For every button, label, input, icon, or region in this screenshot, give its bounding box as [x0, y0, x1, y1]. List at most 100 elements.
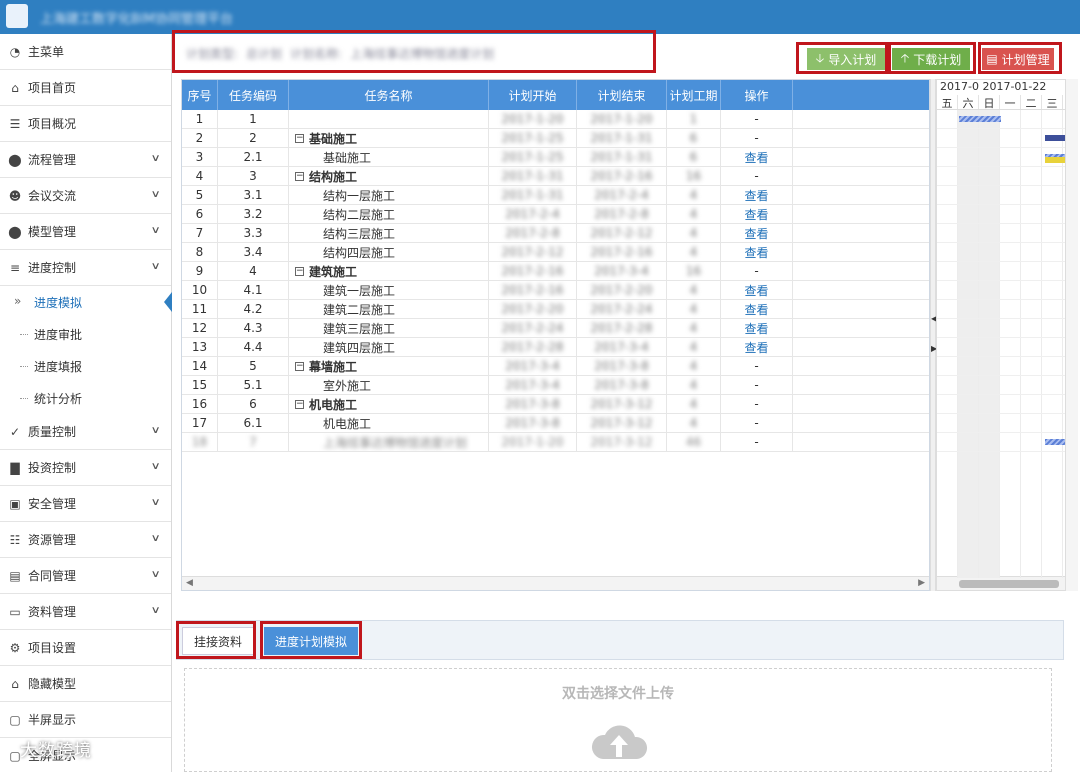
table-row[interactable]: 12 4.3 建筑三层施工 2017-2-24 2017-2-28 4 查看 [182, 319, 929, 338]
gantt-scroll-thumb[interactable] [959, 580, 1059, 588]
cell-operation[interactable]: 查看 [721, 243, 793, 261]
cell-operation[interactable]: 查看 [721, 224, 793, 242]
col-header-code[interactable]: 任务编码 [218, 80, 289, 110]
sidebar-item[interactable]: ☰ 项目概况 [0, 106, 171, 142]
sidebar-subitem[interactable]: 进度模拟 [0, 286, 172, 318]
table-row[interactable]: 10 4.1 建筑一层施工 2017-2-16 2017-2-20 4 查看 [182, 281, 929, 300]
gantt-row [937, 300, 1065, 319]
cell-operation[interactable]: 查看 [721, 319, 793, 337]
cell-operation[interactable]: 查看 [721, 148, 793, 166]
table-row[interactable]: 2 2 − 基础施工 2017-1-25 2017-1-31 6 - [182, 129, 929, 148]
gantt-bar-foundation-progress[interactable] [1045, 157, 1065, 163]
collapse-toggle-icon[interactable]: − [295, 171, 304, 181]
chevron-down-icon[interactable]: ∨ [150, 497, 160, 508]
sidebar-item[interactable]: ⬤ 流程管理 ∨ [0, 142, 171, 178]
gantt-horizontal-scrollbar[interactable] [937, 576, 1065, 590]
cell-operation[interactable]: 查看 [721, 205, 793, 223]
table-row[interactable]: 15 5.1 室外施工 2017-3-4 2017-3-8 4 - [182, 376, 929, 395]
cell-operation[interactable]: 查看 [721, 281, 793, 299]
sidebar-item[interactable]: ▤ 合同管理 ∨ [0, 558, 171, 594]
collapse-toggle-icon[interactable]: − [295, 133, 304, 143]
cell-duration: 6 [667, 148, 721, 166]
gantt-bar-task-1[interactable] [959, 116, 1001, 122]
sidebar-subitem[interactable]: 进度审批 [0, 318, 171, 350]
cell-operation[interactable]: 查看 [721, 186, 793, 204]
sidebar-item[interactable]: ✓ 质量控制 ∨ [0, 414, 171, 450]
cell-operation[interactable]: 查看 [721, 300, 793, 318]
sidebar-item[interactable]: ☻ 会议交流 ∨ [0, 178, 171, 214]
sidebar-item-label: 投资控制 [28, 461, 77, 475]
sidebar-item[interactable]: ⬤ 模型管理 ∨ [0, 214, 171, 250]
cell-operation: - [721, 376, 793, 394]
chevron-down-icon[interactable]: ∨ [150, 605, 160, 616]
sidebar-item[interactable]: ▇ 投资控制 ∨ [0, 450, 171, 486]
table-row[interactable]: 4 3 − 结构施工 2017-1-31 2017-2-16 16 - [182, 167, 929, 186]
cell-code: 4 [218, 262, 289, 280]
cell-start-text: 2017-1-31 [501, 169, 564, 183]
cell-operation-text: 查看 [744, 283, 769, 298]
chevron-down-icon[interactable]: ∨ [150, 261, 160, 272]
chevron-down-icon[interactable]: ∨ [150, 153, 160, 164]
cell-end: 2017-3-12 [577, 395, 667, 413]
sidebar-subitem[interactable]: 统计分析 [0, 382, 171, 414]
cell-end-text: 2017-2-28 [590, 321, 653, 335]
chevron-down-icon[interactable]: ∨ [150, 189, 160, 200]
col-header-name[interactable]: 任务名称 [289, 80, 489, 110]
sidebar-item[interactable]: ⚙ 项目设置 [0, 630, 171, 666]
chevron-down-icon[interactable]: ∨ [150, 533, 160, 544]
table-row[interactable]: 17 6.1 机电施工 2017-3-8 2017-3-12 4 - [182, 414, 929, 433]
cell-code: 7 [218, 433, 289, 451]
chevron-down-icon[interactable]: ∨ [150, 461, 160, 472]
sidebar-item[interactable]: ▭ 资料管理 ∨ [0, 594, 171, 630]
collapse-toggle-icon[interactable]: − [295, 361, 304, 371]
sidebar-item[interactable]: ◔ 主菜单 [0, 34, 171, 70]
gantt-bar-total-plan[interactable] [1045, 439, 1065, 445]
table-row[interactable]: 3 2.1 基础施工 2017-1-25 2017-1-31 6 查看 [182, 148, 929, 167]
cell-duration-text: 4 [689, 321, 698, 335]
cell-end: 2017-2-16 [577, 243, 667, 261]
col-header-operation[interactable]: 操作 [721, 80, 793, 110]
table-row[interactable]: 1 1 2017-1-20 2017-1-20 1 - [182, 110, 929, 129]
scroll-left-icon[interactable]: ◀ [186, 578, 193, 588]
sidebar-item-label: 质量控制 [28, 425, 77, 439]
sidebar-item[interactable]: ⌂ 隐藏模型 [0, 666, 171, 702]
sidebar-item[interactable]: ▣ 安全管理 ∨ [0, 486, 171, 522]
col-header-duration[interactable]: 计划工期 [667, 80, 721, 110]
scroll-right-icon[interactable]: ▶ [918, 578, 925, 588]
table-row[interactable]: 16 6 − 机电施工 2017-3-8 2017-3-12 4 - [182, 395, 929, 414]
chevron-down-icon[interactable]: ∨ [150, 569, 160, 580]
cell-task-name: − 基础施工 [289, 129, 489, 147]
collapse-toggle-icon[interactable]: − [295, 399, 304, 409]
sidebar-item-label: 合同管理 [28, 569, 77, 583]
table-row[interactable]: 7 3.3 结构三层施工 2017-2-8 2017-2-12 4 查看 [182, 224, 929, 243]
table-row[interactable]: 18 7 上海炫事达博物馆进度计划 2017-1-20 2017-3-12 46 - [182, 433, 929, 452]
chevron-down-icon[interactable]: ∨ [150, 425, 160, 436]
cell-start: 2017-3-4 [489, 357, 577, 375]
table-row[interactable]: 5 3.1 结构一层施工 2017-1-31 2017-2-4 4 查看 [182, 186, 929, 205]
cell-operation-text: - [754, 112, 759, 126]
table-row[interactable]: 9 4 − 建筑施工 2017-2-16 2017-3-4 16 - [182, 262, 929, 281]
chevron-down-icon[interactable]: ∨ [150, 225, 160, 236]
cell-operation[interactable]: 查看 [721, 338, 793, 356]
col-header-seq[interactable]: 序号 [182, 80, 218, 110]
collapse-toggle-icon[interactable]: − [295, 266, 304, 276]
cell-end-text: 2017-2-16 [590, 245, 653, 259]
file-upload-dropzone[interactable]: 双击选择文件上传 [184, 668, 1052, 772]
col-header-start[interactable]: 计划开始 [489, 80, 577, 110]
table-row[interactable]: 14 5 − 幕墙施工 2017-3-4 2017-3-8 4 - [182, 357, 929, 376]
table-row[interactable]: 6 3.2 结构二层施工 2017-2-4 2017-2-8 4 查看 [182, 205, 929, 224]
sidebar-item[interactable]: ≡ 进度控制 ∨ [0, 250, 171, 286]
col-header-end[interactable]: 计划结束 [577, 80, 667, 110]
grid-horizontal-scrollbar[interactable]: ◀ ▶ [182, 576, 929, 590]
gantt-bar-foundation-group[interactable] [1045, 135, 1065, 141]
sidebar-item[interactable]: ☷ 资源管理 ∨ [0, 522, 171, 558]
table-row[interactable]: 8 3.4 结构四层施工 2017-2-12 2017-2-16 4 查看 [182, 243, 929, 262]
sidebar-subitem[interactable]: 进度填报 [0, 350, 171, 382]
page-vertical-scrollbar[interactable] [1066, 79, 1078, 591]
table-row[interactable]: 13 4.4 建筑四层施工 2017-2-28 2017-3-4 4 查看 [182, 338, 929, 357]
cell-code: 4.3 [218, 319, 289, 337]
sidebar-item[interactable]: ▢ 半屏显示 [0, 702, 171, 738]
table-row[interactable]: 11 4.2 建筑二层施工 2017-2-20 2017-2-24 4 查看 [182, 300, 929, 319]
cell-duration: 4 [667, 357, 721, 375]
sidebar-item[interactable]: ⌂ 项目首页 [0, 70, 171, 106]
